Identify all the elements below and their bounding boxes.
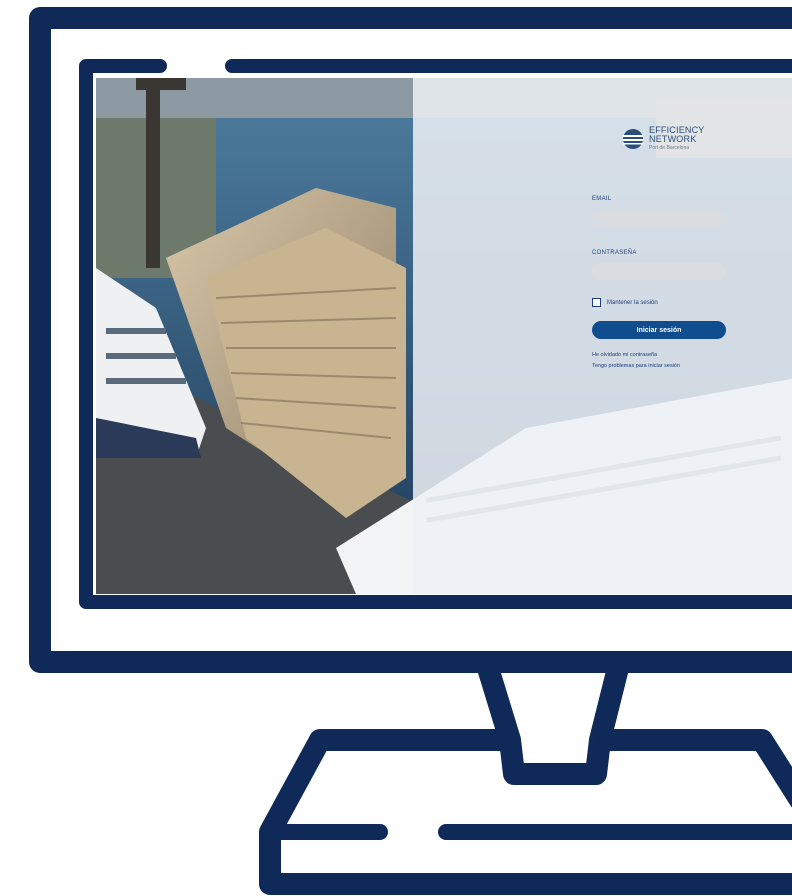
stand-neck (477, 657, 629, 785)
stand-base-top-right (599, 729, 792, 808)
efficiency-network-logo-icon (623, 129, 643, 149)
email-label: EMAIL (592, 196, 612, 202)
brand-text: EFFICIENCY NETWORK Port de Barcelona (649, 126, 705, 152)
login-problems-link[interactable]: Tengo problemas para iniciar sesión (592, 363, 680, 369)
forgot-password-link[interactable]: He olvidado mi contraseña (592, 352, 657, 358)
brand-logo: EFFICIENCY NETWORK Port de Barcelona (622, 126, 705, 152)
password-field[interactable] (592, 263, 726, 280)
brand-line-2: NETWORK (649, 134, 697, 144)
remember-session-checkbox[interactable] (592, 298, 601, 307)
password-label: CONTRASEÑA (592, 250, 637, 256)
remember-session-row[interactable]: Mantener la sesión (592, 298, 658, 307)
stand-base (259, 729, 792, 895)
brand-subtitle: Port de Barcelona (649, 145, 690, 151)
login-button[interactable]: Iniciar sesión (592, 321, 726, 339)
remember-session-label: Mantener la sesión (607, 299, 658, 306)
email-field[interactable] (592, 210, 726, 227)
